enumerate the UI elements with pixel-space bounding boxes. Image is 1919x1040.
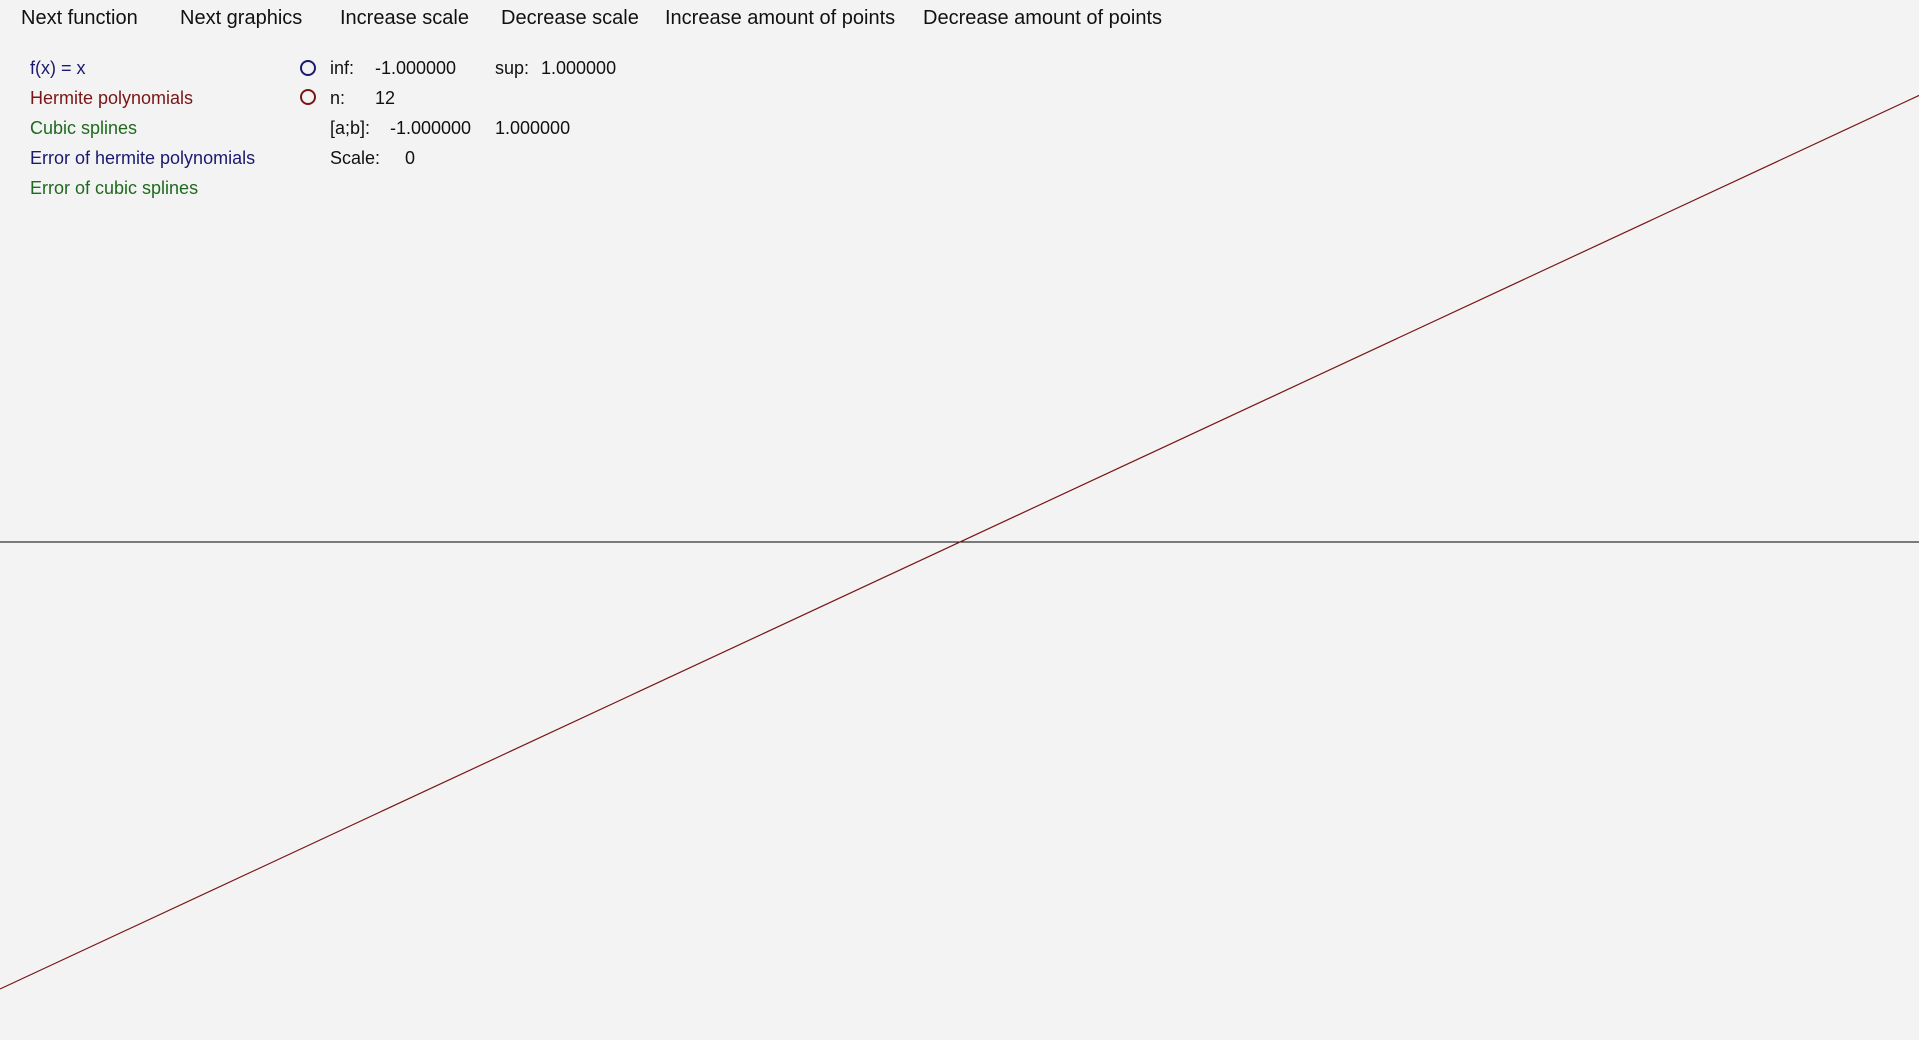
sup-value: 1.000000 <box>541 58 617 78</box>
n-value: 12 <box>375 88 396 108</box>
plot-canvas <box>0 94 1919 990</box>
scale-label: Scale: <box>330 148 381 168</box>
sup-label: sup: <box>495 58 530 78</box>
interval-a-value: -1.000000 <box>390 118 472 138</box>
interval-b-value: 1.000000 <box>495 118 571 138</box>
legend-hermite-error: Error of hermite polynomials <box>30 148 256 168</box>
interval-label: [a;b]: <box>330 118 371 138</box>
scale-value: 0 <box>405 148 416 168</box>
n-label: n: <box>330 88 346 108</box>
inf-value: -1.000000 <box>375 58 457 78</box>
legend-function: f(x) = x <box>30 58 86 78</box>
legend-hermite: Hermite polynomials <box>30 88 194 108</box>
legend-splines: Cubic splines <box>30 118 138 138</box>
hermite-radio[interactable] <box>300 89 316 105</box>
function-radio[interactable] <box>300 60 316 76</box>
legend-splines-error: Error of cubic splines <box>30 178 199 198</box>
inf-label: inf: <box>330 58 355 78</box>
